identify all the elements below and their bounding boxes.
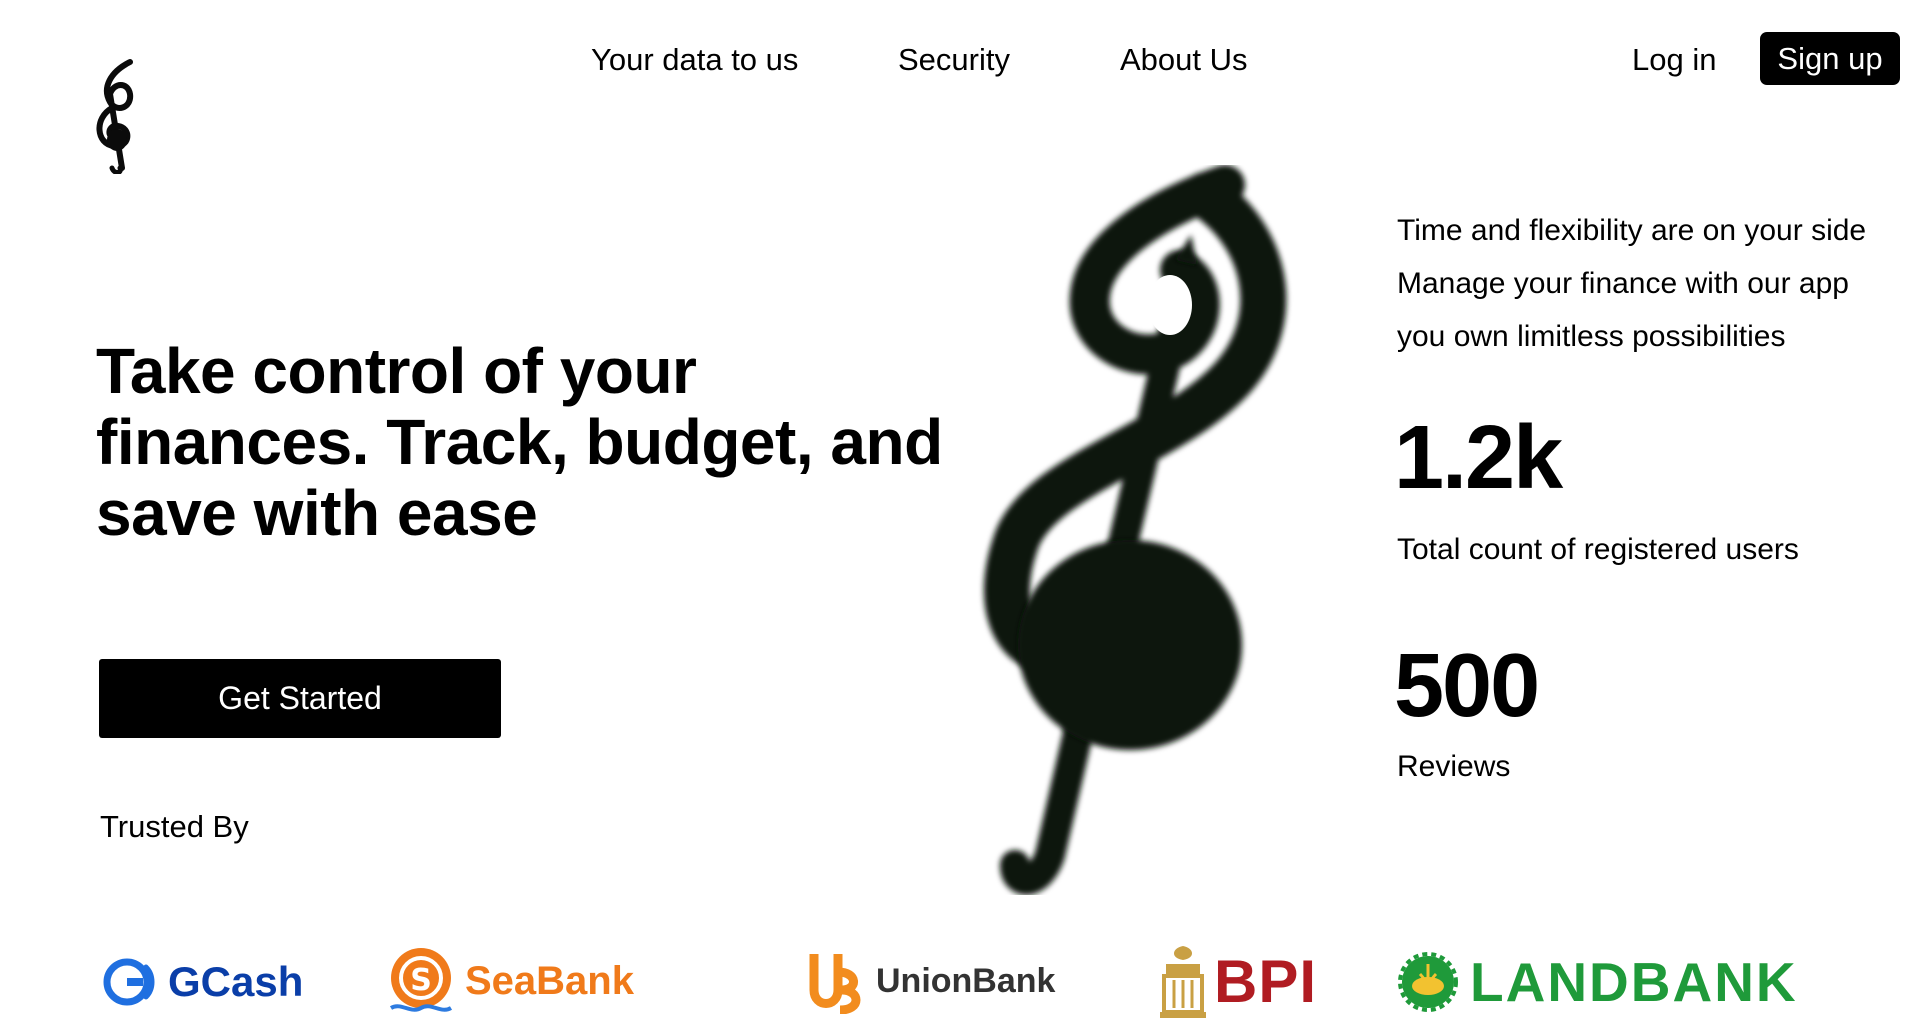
registered-users-label: Total count of registered users: [1397, 533, 1799, 566]
hero-title: Take control of your finances. Track, bu…: [96, 336, 956, 549]
seabank-logo-icon: S: [389, 947, 453, 1012]
partner-name: BPI: [1214, 948, 1318, 1015]
partner-unionbank: UnionBank: [808, 935, 1055, 1028]
hero-clef-icon: [984, 165, 1287, 895]
unionbank-logo-icon: [809, 953, 861, 1014]
trusted-by-label: Trusted By: [100, 809, 249, 844]
hero-title-line: Take control of your: [96, 335, 697, 407]
partner-landbank: LANDBANK: [1398, 935, 1798, 1028]
nav-link-about-us[interactable]: About Us: [1120, 38, 1248, 82]
landbank-logo-icon: [1398, 951, 1458, 1012]
get-started-button[interactable]: Get Started: [99, 659, 501, 738]
nav-link-security[interactable]: Security: [898, 38, 1010, 82]
login-link[interactable]: Log in: [1632, 38, 1716, 82]
partner-name: SeaBank: [465, 959, 634, 1003]
signup-button[interactable]: Sign up: [1760, 32, 1900, 85]
top-nav: Your data to us Security About Us Log in…: [0, 32, 1920, 85]
partner-gcash: GCash: [102, 935, 303, 1028]
tagline-line: Time and flexibility are on your side: [1397, 214, 1867, 247]
tagline: Time and flexibility are on your side Ma…: [1397, 204, 1907, 363]
partner-name: GCash: [168, 957, 304, 1005]
hero-title-line: save with ease: [96, 477, 538, 549]
reviews-label: Reviews: [1397, 750, 1511, 783]
partner-bpi: BPI: [1158, 935, 1317, 1028]
bpi-crest-icon: [1160, 945, 1206, 1018]
reviews-count: 500: [1394, 636, 1540, 736]
svg-text:S: S: [410, 963, 432, 998]
partner-name: UnionBank: [876, 962, 1056, 1000]
tagline-line: you own limitless possibilities: [1397, 320, 1786, 353]
partner-seabank: S SeaBank: [385, 935, 634, 1028]
partner-logos: GCash S SeaBank UnionBank BPI LANDBANK: [0, 935, 1920, 1028]
tagline-line: Manage your finance with our app: [1397, 267, 1849, 300]
registered-users-count: 1.2k: [1394, 408, 1563, 508]
gcash-logo-icon: [103, 958, 155, 1005]
partner-name: LANDBANK: [1470, 950, 1798, 1013]
nav-link-your-data[interactable]: Your data to us: [591, 38, 798, 82]
hero-title-line: finances. Track, budget, and: [96, 406, 943, 478]
